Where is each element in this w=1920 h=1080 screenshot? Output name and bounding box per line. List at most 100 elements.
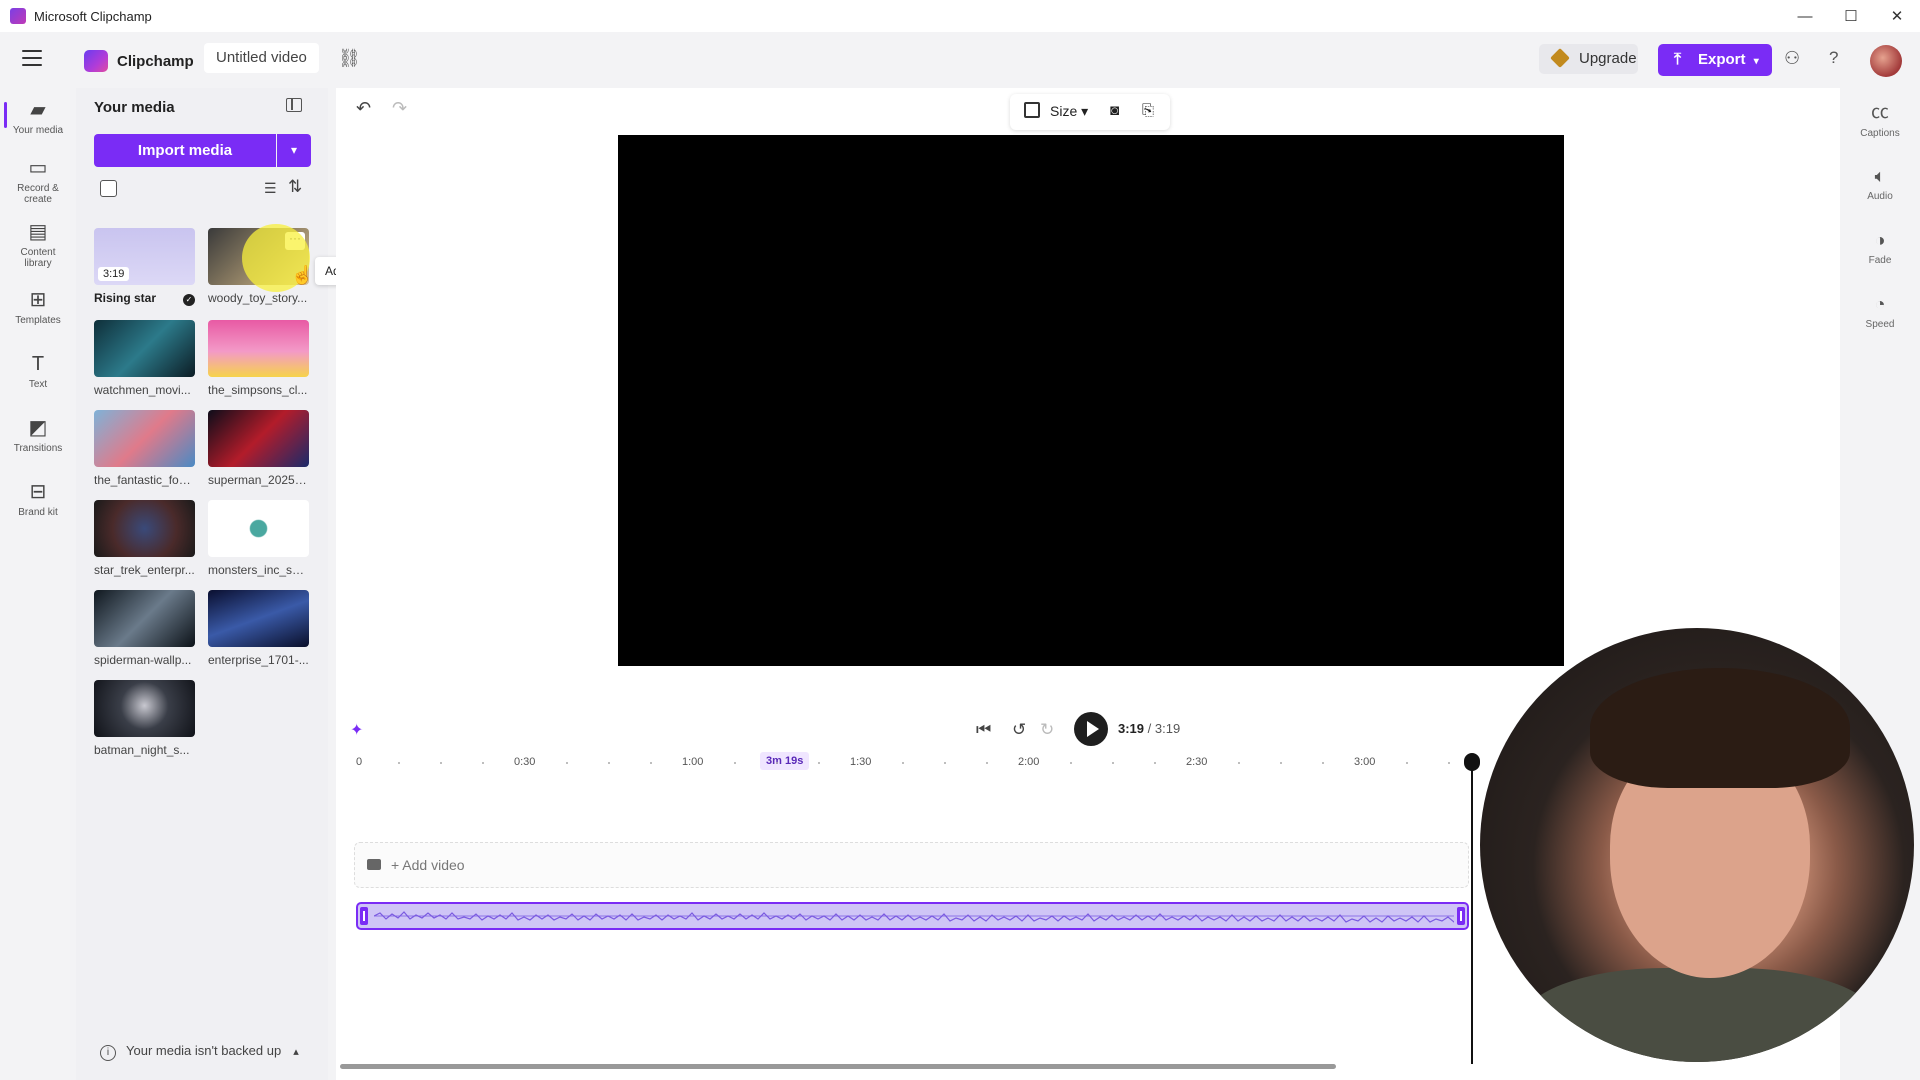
audio-waveform	[374, 911, 1454, 923]
sparkle-icon[interactable]: ✦	[350, 720, 363, 740]
user-avatar[interactable]	[1870, 45, 1902, 77]
rail-item-speed[interactable]: ◔ Speed	[1840, 294, 1920, 330]
media-tile-label: Rising star	[94, 291, 157, 305]
media-tile[interactable]: the_simpsons_cl...	[208, 320, 309, 397]
text-icon: T	[31, 353, 45, 375]
sidebar-item-content-library[interactable]: ▤ Content library	[0, 220, 76, 269]
ruler-dot	[1154, 762, 1156, 764]
presenter-hair	[1590, 668, 1850, 788]
audio-thumbnail: 3:19	[94, 228, 195, 285]
close-window-button[interactable]: ✕	[1874, 0, 1920, 32]
export-button[interactable]: ⤒ Export ▾	[1658, 44, 1772, 76]
minimize-button[interactable]: —	[1782, 0, 1828, 32]
undo-icon[interactable]: ↶	[356, 98, 371, 119]
media-tile-label: the_fantastic_fou...	[94, 473, 195, 487]
sidebar-item-label: Templates	[15, 315, 61, 326]
rail-item-label: Captions	[1860, 128, 1900, 139]
backup-status[interactable]: i Your media isn't backed up ▴	[100, 1043, 299, 1061]
sidebar-item-label: Content library	[20, 247, 56, 269]
sidebar-item-transitions[interactable]: ◩ Transitions	[0, 416, 76, 454]
ruler-dot	[776, 762, 778, 764]
video-thumbnail	[208, 320, 309, 377]
trim-start-handle[interactable]	[360, 907, 368, 925]
media-tile[interactable]: star_trek_enterpr...	[94, 500, 195, 577]
camera-off-icon[interactable]: ◙	[1110, 102, 1119, 119]
timeline-horizontal-scrollbar[interactable]	[340, 1064, 1336, 1069]
app-header: Clipchamp Untitled video ⛓ Upgrade ⤒ Exp…	[0, 32, 1920, 88]
ruler-dot	[1280, 762, 1282, 764]
sidebar-item-label: Transitions	[13, 443, 63, 454]
ruler-dot	[734, 762, 736, 764]
video-track-dropzone[interactable]: + Add video	[354, 842, 1469, 888]
import-options-dropdown[interactable]: ▾	[277, 134, 311, 167]
cloud-sync-off-icon[interactable]: ⛓	[338, 48, 361, 69]
video-thumbnail	[208, 590, 309, 647]
help-icon[interactable]: ?	[1829, 48, 1838, 68]
sidebar-item-text[interactable]: T Text	[0, 352, 76, 390]
ruler-tick: 3:00	[1354, 756, 1376, 768]
select-all-checkbox[interactable]	[100, 180, 117, 197]
maximize-button[interactable]: ☐	[1828, 0, 1874, 32]
current-time: 3:19	[1118, 721, 1145, 736]
sidebar-item-templates[interactable]: ⊞ Templates	[0, 288, 76, 326]
media-tile-label: star_trek_enterpr...	[94, 563, 195, 577]
panel-title: Your media	[94, 99, 175, 116]
trim-end-handle[interactable]	[1457, 907, 1465, 925]
ruler-dot	[398, 762, 400, 764]
filter-icon[interactable]: ☰	[264, 180, 277, 197]
media-tile[interactable]: spiderman-wallp...	[94, 590, 195, 667]
media-tile[interactable]: enterprise_1701-...	[208, 590, 309, 667]
ruler-dot	[1322, 762, 1324, 764]
timeline-ruler[interactable]: 0 0:30 1:00 1:30 2:00 2:30 3:00 3m 19s	[356, 752, 1476, 774]
share-icon[interactable]: ⚇	[1784, 48, 1800, 69]
video-preview-canvas[interactable]	[618, 135, 1564, 666]
canvas-toolbar: Size ▾ ◙ ⎘	[1010, 94, 1170, 130]
window-controls: — ☐ ✕	[1782, 0, 1920, 32]
size-dropdown[interactable]: Size ▾	[1050, 103, 1088, 120]
chevron-down-icon: ▾	[290, 143, 298, 157]
rewind-5-icon[interactable]: ↺	[1012, 720, 1026, 740]
play-button[interactable]	[1074, 712, 1108, 746]
sidebar-item-your-media[interactable]: ▰ Your media	[0, 98, 76, 136]
media-tile-label: batman_night_s...	[94, 743, 190, 757]
video-thumbnail	[94, 500, 195, 557]
brand-name: Clipchamp	[117, 53, 194, 70]
chevron-down-icon: ▾	[1753, 56, 1759, 67]
media-tile[interactable]: superman_2025_...	[208, 410, 309, 487]
rail-item-fade[interactable]: ◑ Fade	[1840, 230, 1920, 266]
video-thumbnail	[208, 500, 309, 557]
rail-item-captions[interactable]: ㏄ Captions	[1840, 98, 1920, 139]
chevron-up-icon: ▴	[293, 1046, 299, 1058]
speaker-icon: 🔈︎	[1874, 166, 1886, 186]
ai-edit-icon[interactable]: ⎘	[1142, 102, 1154, 119]
ruler-dot	[482, 762, 484, 764]
sidebar-item-record-create[interactable]: ▭ Record & create	[0, 156, 76, 205]
audio-clip[interactable]	[356, 902, 1469, 930]
media-tile[interactable]: the_fantastic_fou...	[94, 410, 195, 487]
ruler-dot	[566, 762, 568, 764]
ruler-dot	[818, 762, 820, 764]
media-tile[interactable]: 3:19 Rising star ✓	[94, 228, 195, 306]
sort-icon[interactable]: ⇅	[288, 177, 302, 197]
redo-icon[interactable]: ↷	[392, 98, 407, 119]
ruler-tick: 1:30	[850, 756, 872, 768]
upgrade-button[interactable]: Upgrade	[1539, 44, 1638, 74]
video-thumbnail	[208, 410, 309, 467]
collapse-panel-icon[interactable]	[286, 98, 302, 112]
info-icon: i	[100, 1045, 116, 1061]
rail-item-audio[interactable]: 🔈︎ Audio	[1840, 166, 1920, 202]
window-title: Microsoft Clipchamp	[34, 8, 152, 24]
media-tile[interactable]: monsters_inc_sul...	[208, 500, 309, 577]
sidebar-item-label: Text	[28, 379, 48, 390]
media-tile[interactable]: watchmen_movi...	[94, 320, 195, 397]
brand-kit-icon: ⊟	[29, 481, 47, 503]
hamburger-menu-icon[interactable]	[22, 50, 42, 66]
skip-to-start-icon[interactable]: ⏮	[976, 720, 991, 740]
forward-5-icon[interactable]: ↻	[1040, 720, 1054, 740]
media-tile[interactable]: batman_night_s...	[94, 680, 195, 757]
hand-cursor-icon: ☝	[291, 265, 314, 285]
sidebar-item-brand-kit[interactable]: ⊟ Brand kit	[0, 480, 76, 518]
import-media-button[interactable]: Import media	[94, 134, 276, 167]
project-title-input[interactable]: Untitled video	[204, 43, 319, 73]
total-time: / 3:19	[1147, 721, 1181, 736]
